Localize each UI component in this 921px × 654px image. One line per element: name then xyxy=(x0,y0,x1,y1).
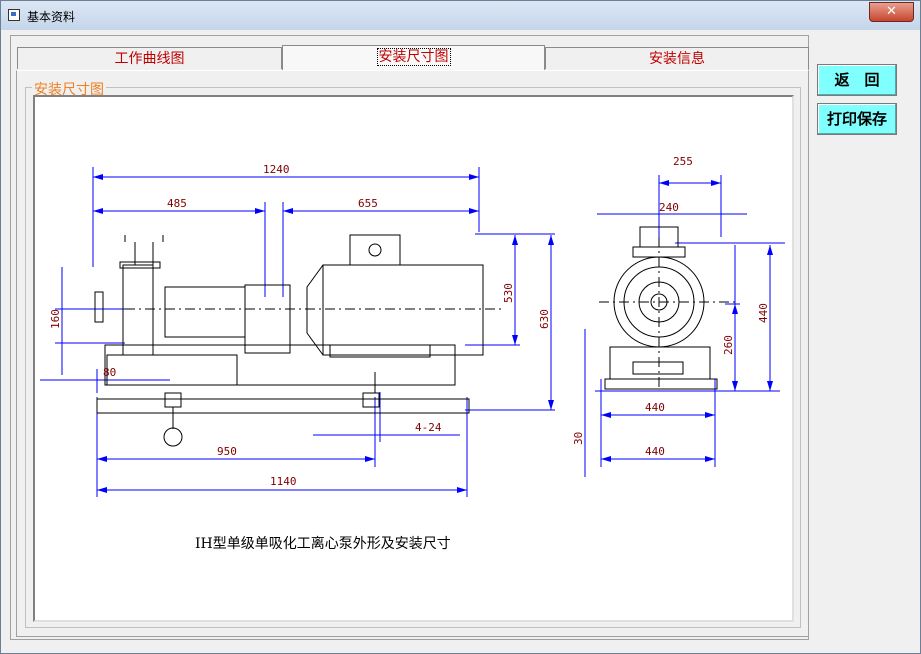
dim-span-950: 950 xyxy=(217,445,237,458)
print-save-button[interactable]: 打印保存 xyxy=(817,103,897,135)
dim-base-440-a: 440 xyxy=(645,401,665,414)
tab-install-info[interactable]: 安装信息 xyxy=(545,47,809,69)
dimension-drawing: 1240 485 655 160 80 530 630 4-24 950 114… xyxy=(33,95,794,622)
dim-height-630: 630 xyxy=(538,309,551,329)
tab-label: 工作曲线图 xyxy=(114,51,185,67)
main-window: 基本资料 ✕ 工作曲线图 安装尺寸图 安装信息 安装尺寸图 1240 485 6… xyxy=(0,0,921,654)
dim-height-160: 160 xyxy=(49,309,62,329)
dim-height-440: 440 xyxy=(757,303,770,323)
close-button[interactable]: ✕ xyxy=(869,2,914,22)
tab-work-curve[interactable]: 工作曲线图 xyxy=(17,47,282,69)
dim-top-240: 240 xyxy=(659,201,679,214)
drawing-caption: IH型单级单吸化工离心泵外形及安装尺寸 xyxy=(195,536,451,552)
dim-height-530: 530 xyxy=(502,283,515,303)
dim-height-30: 30 xyxy=(572,432,585,445)
title-bar: 基本资料 ✕ xyxy=(1,1,920,30)
dim-pump-length: 485 xyxy=(167,197,187,210)
back-button[interactable]: 返 回 xyxy=(817,64,897,96)
tab-install-dimensions[interactable]: 安装尺寸图 xyxy=(282,45,545,71)
dim-motor-length: 655 xyxy=(358,197,378,210)
dim-height-260: 260 xyxy=(722,335,735,355)
window-title: 基本资料 xyxy=(27,10,76,24)
dim-holes: 4-24 xyxy=(415,421,442,434)
dim-base-1140: 1140 xyxy=(270,475,297,488)
dim-base-440-b: 440 xyxy=(645,445,665,458)
tab-label: 安装信息 xyxy=(649,51,705,67)
dim-top-255: 255 xyxy=(673,155,693,168)
app-icon xyxy=(8,9,20,21)
dim-total-length: 1240 xyxy=(263,163,290,176)
dim-width-80: 80 xyxy=(103,366,116,379)
tab-label: 安装尺寸图 xyxy=(376,48,451,66)
